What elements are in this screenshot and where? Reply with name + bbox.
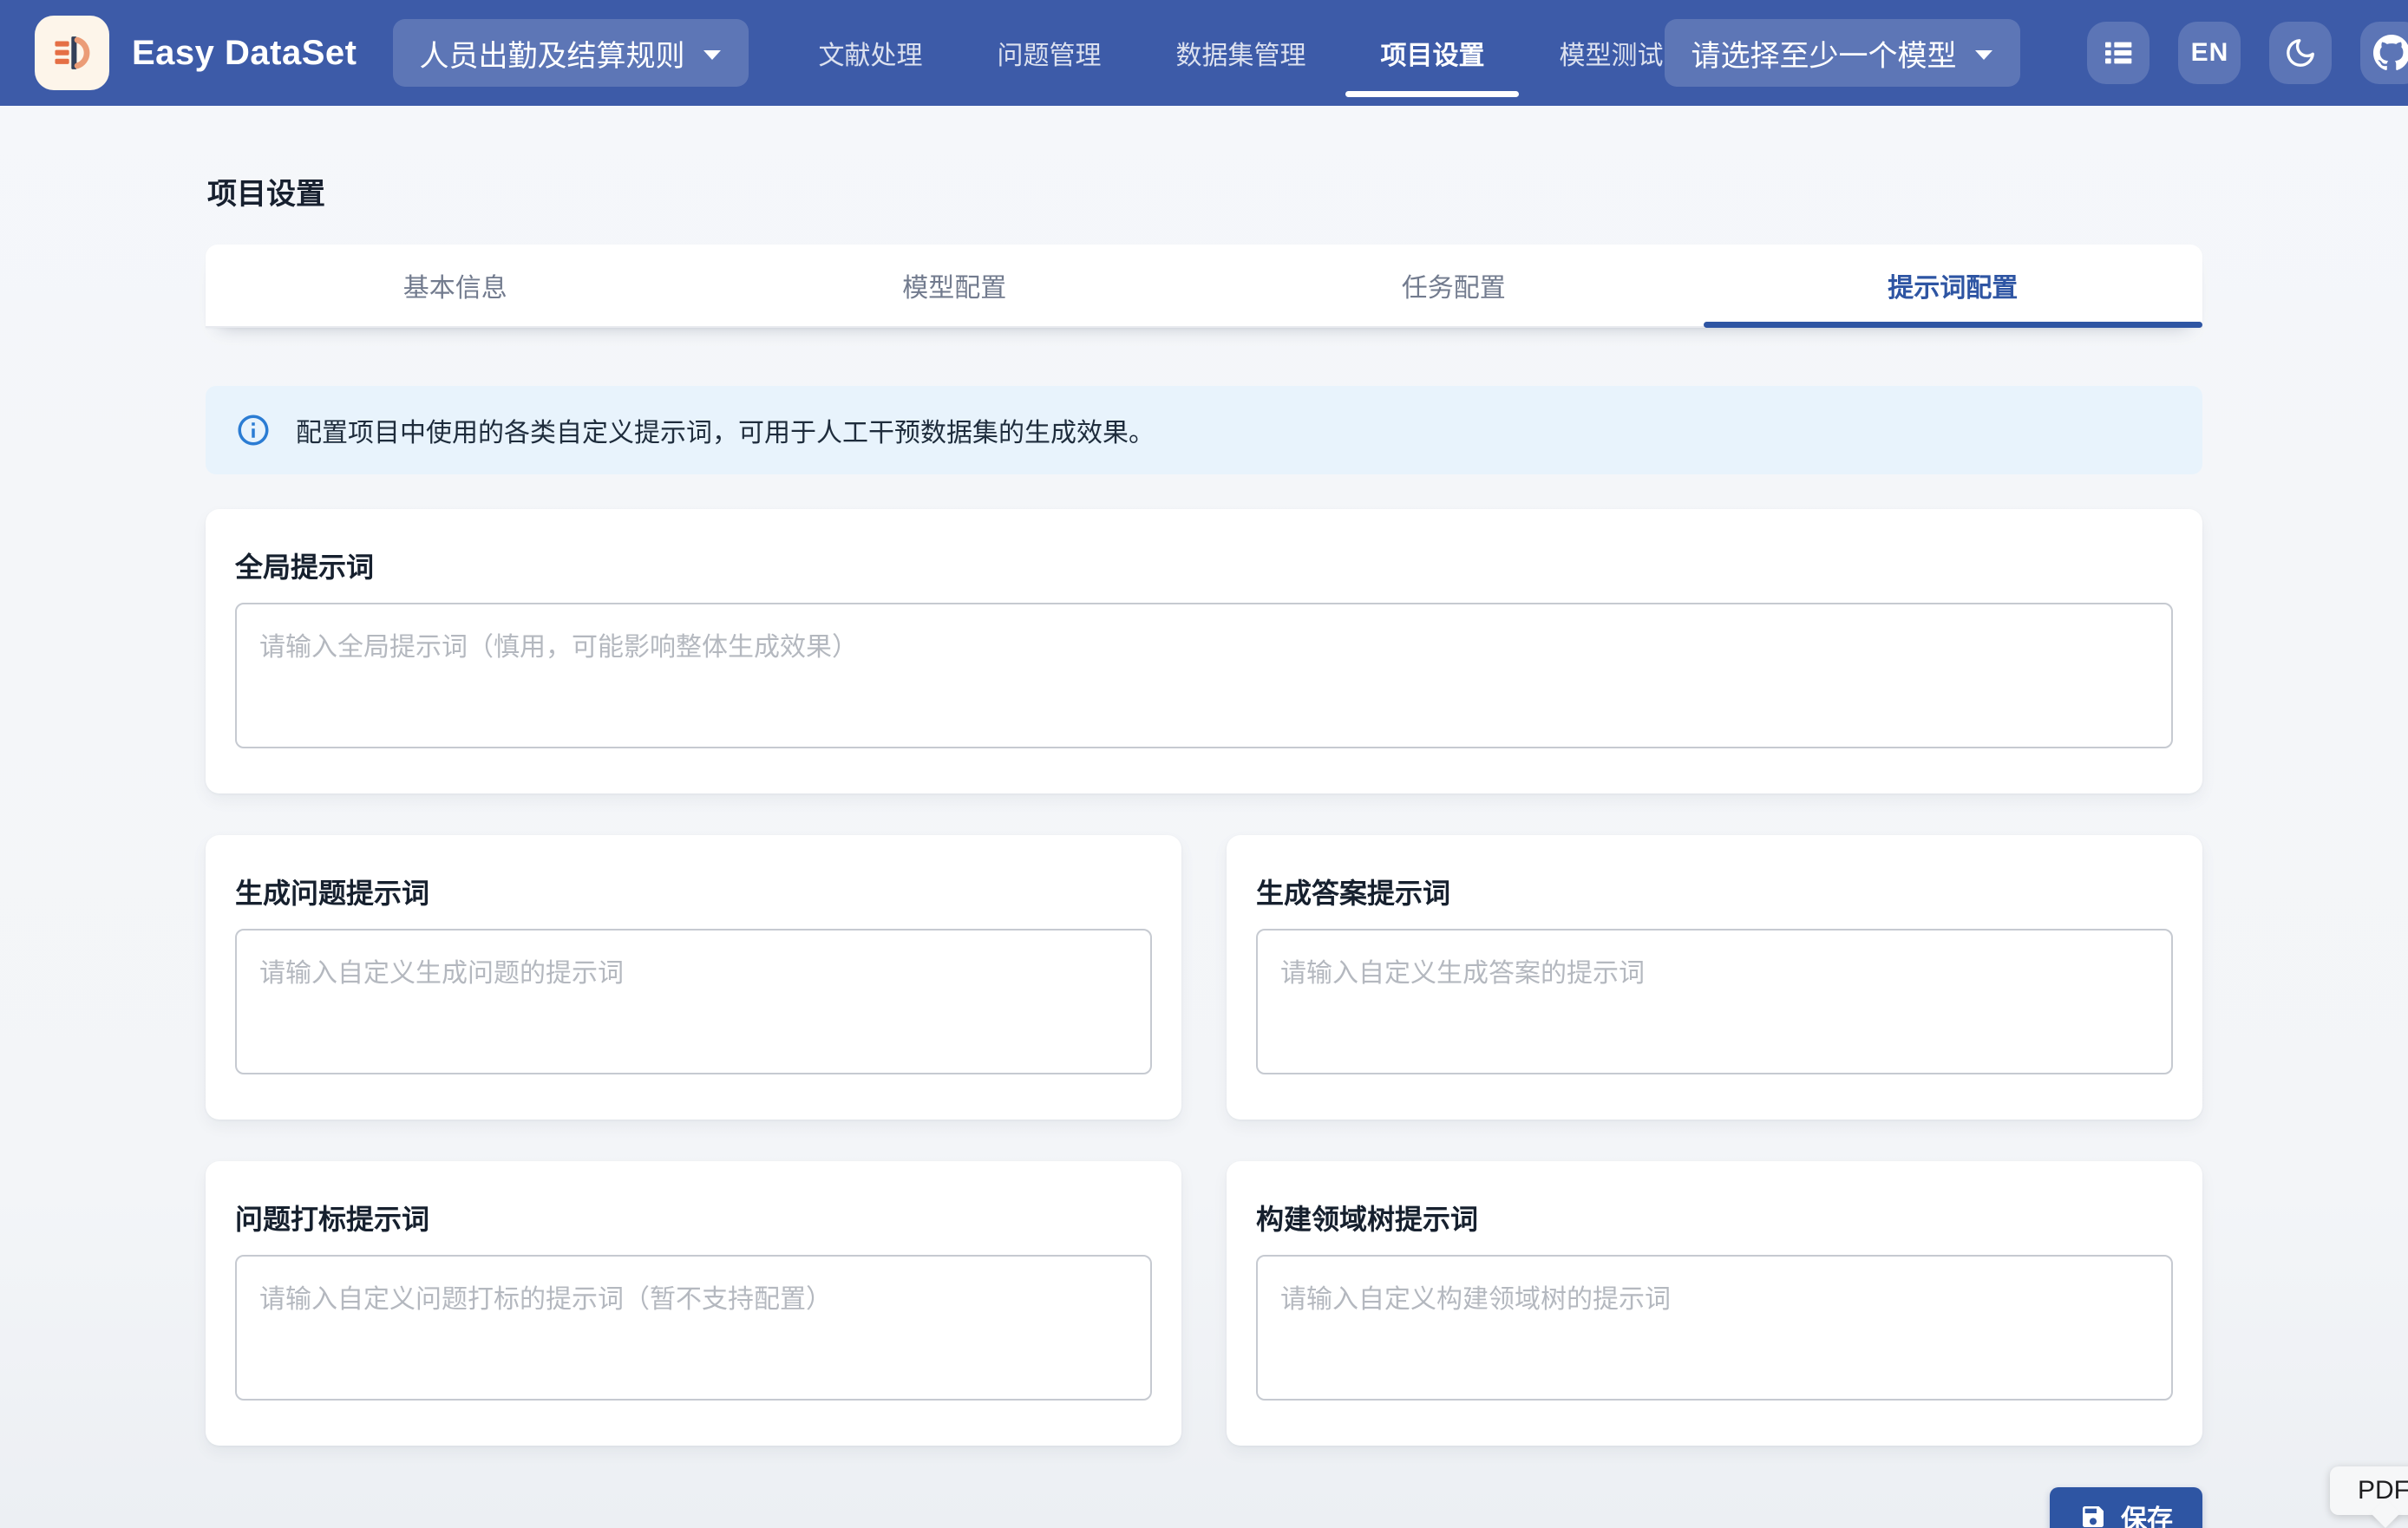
question-tagging-prompt-title: 问题打标提示词 [235, 1198, 1152, 1237]
github-icon [2373, 35, 2408, 71]
question-tagging-prompt-card: 问题打标提示词 [206, 1161, 1181, 1446]
task-list-icon [2101, 36, 2136, 70]
save-button[interactable]: 保存 [2050, 1487, 2202, 1528]
tab-prompt-config[interactable]: 提示词配置 [1704, 245, 2203, 326]
save-row: 保存 [206, 1487, 2202, 1528]
tab-task-config[interactable]: 任务配置 [1204, 245, 1704, 326]
top-navbar: Easy DataSet 人员出勤及结算规则 文献处理 问题管理 数据集管理 项… [0, 0, 2408, 106]
question-prompt-input[interactable] [235, 929, 1152, 1074]
settings-tabs: 基本信息 模型配置 任务配置 提示词配置 [206, 245, 2202, 328]
info-icon [235, 412, 272, 448]
chevron-down-icon [1973, 49, 1994, 62]
main-content: 项目设置 基本信息 模型配置 任务配置 提示词配置 配置项目中使用的各类自定义提… [206, 106, 2202, 1528]
global-prompt-input[interactable] [235, 603, 2173, 748]
global-prompt-card: 全局提示词 [206, 509, 2202, 793]
answer-prompt-title: 生成答案提示词 [1256, 872, 2173, 911]
app-title: Easy DataSet [132, 34, 357, 73]
app-logo[interactable] [35, 16, 109, 90]
pdf-reader-tooltip: PDF Read [2330, 1466, 2408, 1515]
question-prompt-title: 生成问题提示词 [235, 872, 1152, 911]
language-label: EN [2191, 38, 2229, 68]
nav-item-project-settings[interactable]: 项目设置 [1378, 0, 1486, 106]
answer-prompt-card: 生成答案提示词 [1227, 835, 2202, 1120]
nav-item-datasets[interactable]: 数据集管理 [1174, 0, 1307, 106]
language-toggle-button[interactable]: EN [2178, 22, 2241, 84]
chevron-down-icon [702, 49, 723, 62]
domain-tree-prompt-title: 构建领域树提示词 [1256, 1198, 2173, 1237]
project-selector-label: 人员出勤及结算规则 [419, 32, 684, 75]
question-tagging-prompt-input[interactable] [235, 1255, 1152, 1401]
answer-prompt-input[interactable] [1256, 929, 2173, 1074]
prompt-row-2: 问题打标提示词 构建领域树提示词 [206, 1161, 2202, 1446]
domain-tree-prompt-input[interactable] [1256, 1255, 2173, 1401]
app-window: Easy DataSet 人员出勤及结算规则 文献处理 问题管理 数据集管理 项… [0, 0, 2408, 1528]
global-prompt-title: 全局提示词 [235, 545, 2173, 585]
github-button[interactable] [2360, 22, 2408, 84]
nav-item-questions[interactable]: 问题管理 [995, 0, 1103, 106]
info-alert: 配置项目中使用的各类自定义提示词，可用于人工干预数据集的生成效果。 [206, 386, 2202, 474]
main-nav: 文献处理 问题管理 数据集管理 项目设置 模型测试 [816, 0, 1665, 106]
model-selector-dropdown[interactable]: 请选择至少一个模型 [1665, 19, 2020, 87]
save-button-label: 保存 [2121, 1498, 2173, 1528]
question-prompt-card: 生成问题提示词 [206, 835, 1181, 1120]
nav-item-literature[interactable]: 文献处理 [816, 0, 924, 106]
prompt-row-1: 生成问题提示词 生成答案提示词 [206, 835, 2202, 1120]
info-alert-text: 配置项目中使用的各类自定义提示词，可用于人工干预数据集的生成效果。 [296, 411, 1155, 449]
tab-basic-info[interactable]: 基本信息 [206, 245, 705, 326]
navbar-actions: 请选择至少一个模型 EN [1665, 19, 2408, 87]
page-title: 项目设置 [207, 170, 2202, 212]
task-list-button[interactable] [2087, 22, 2150, 84]
project-selector-dropdown[interactable]: 人员出勤及结算规则 [393, 19, 749, 87]
moon-icon [2284, 36, 2317, 69]
easy-dataset-logo-icon [47, 28, 97, 78]
tab-model-config[interactable]: 模型配置 [705, 245, 1205, 326]
model-selector-label: 请选择至少一个模型 [1691, 32, 1956, 75]
domain-tree-prompt-card: 构建领域树提示词 [1227, 1161, 2202, 1446]
active-tab-indicator [1704, 322, 2203, 328]
save-icon [2079, 1503, 2107, 1528]
nav-item-model-test[interactable]: 模型测试 [1557, 0, 1665, 106]
dark-mode-button[interactable] [2269, 22, 2332, 84]
